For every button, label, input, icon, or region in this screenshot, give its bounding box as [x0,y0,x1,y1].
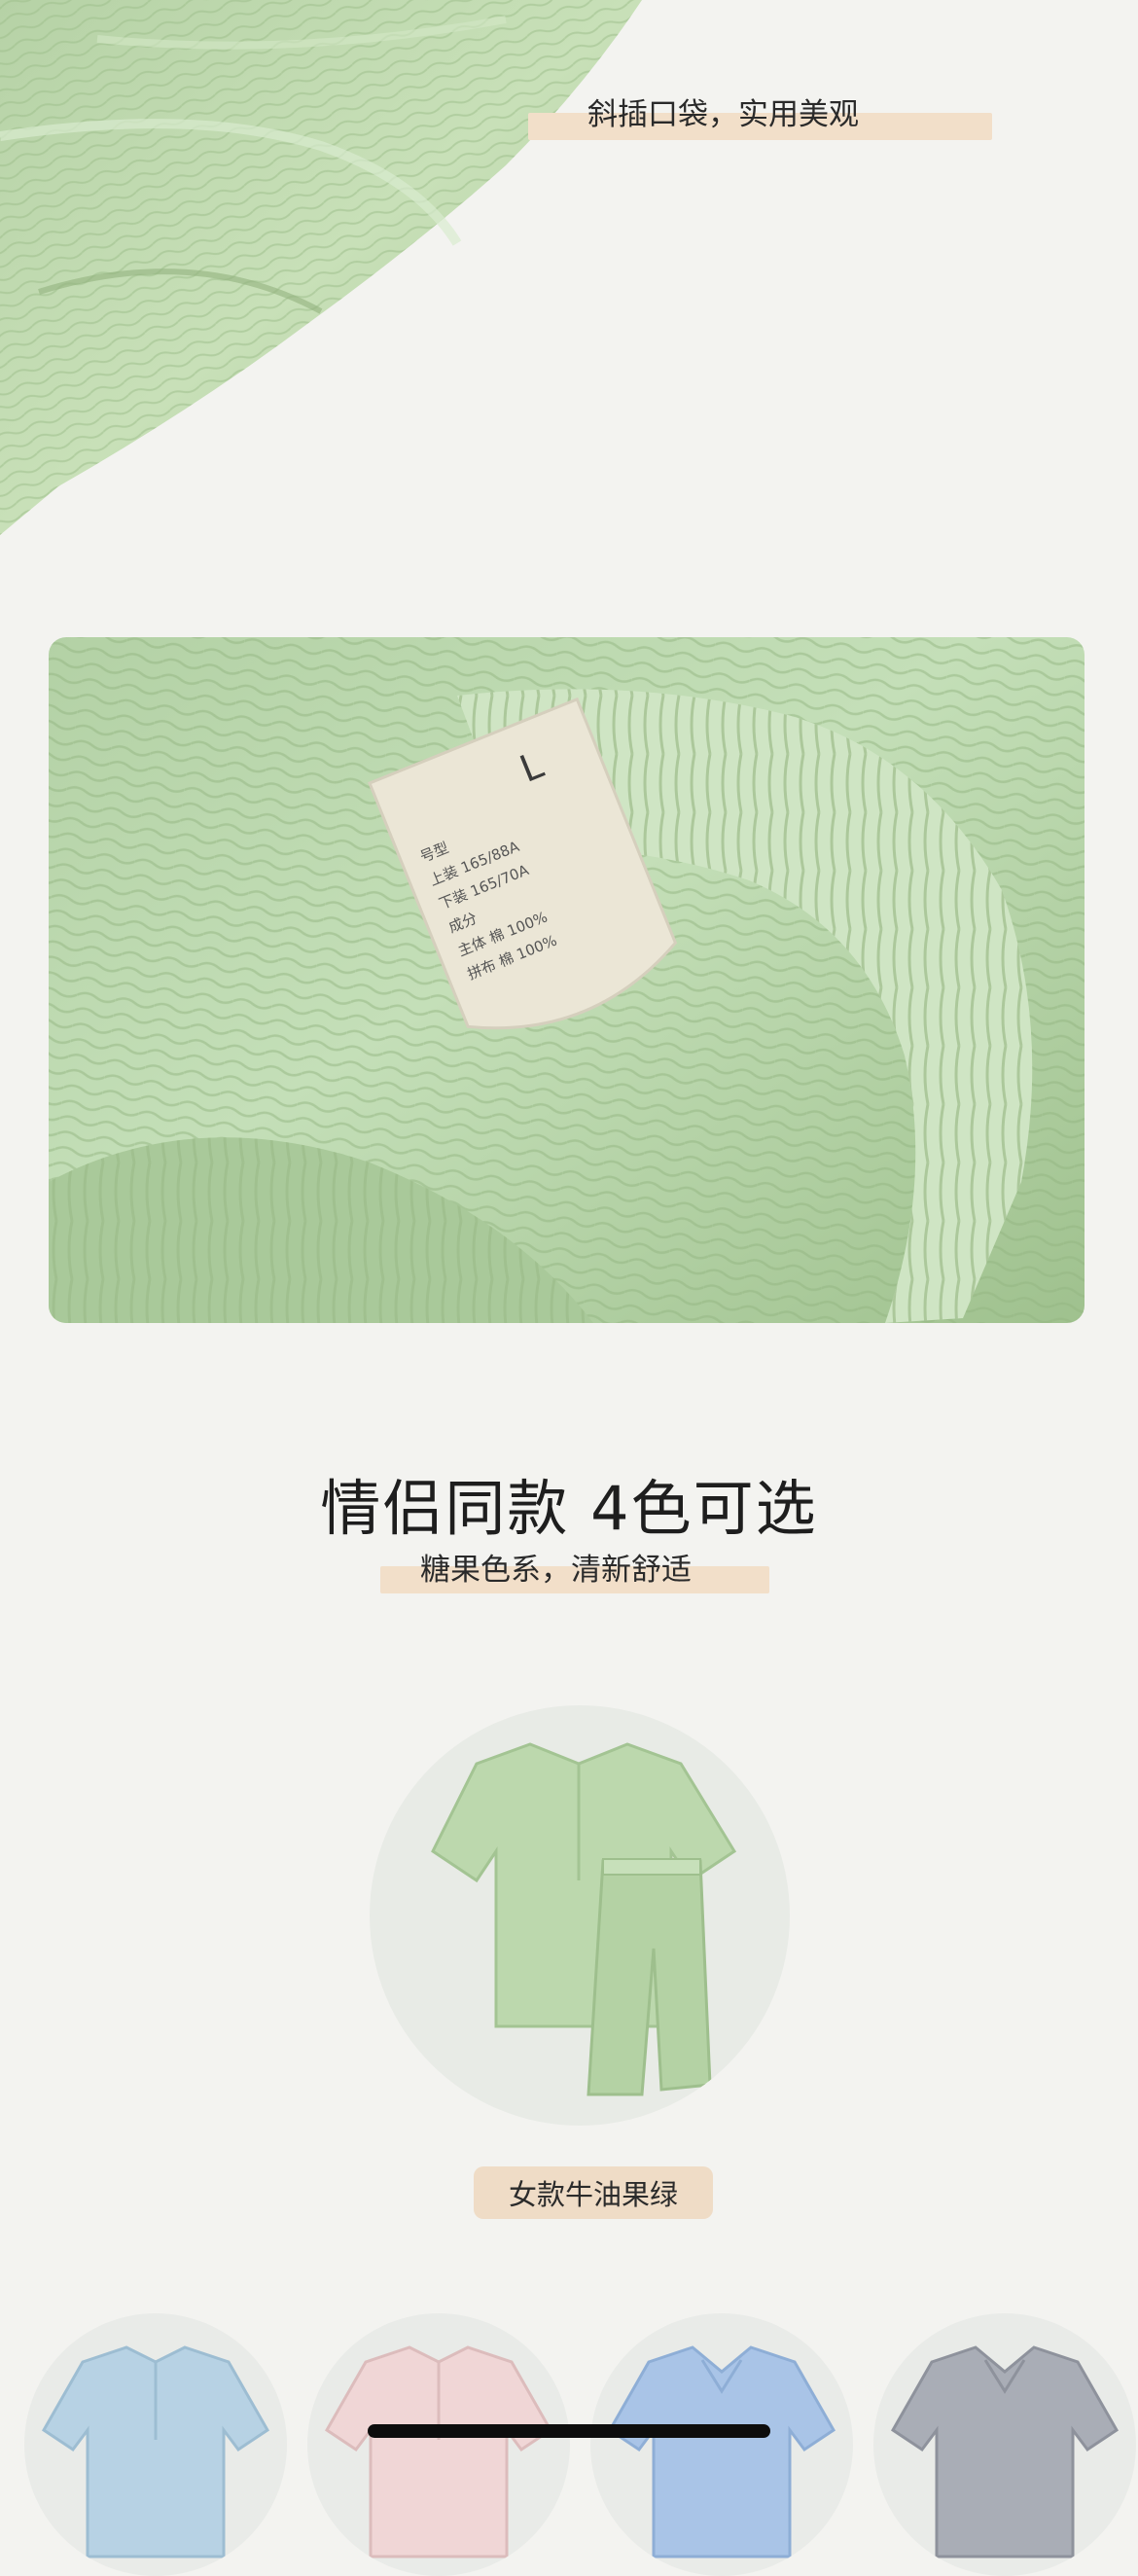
variant-blush-pink[interactable] [307,2313,570,2576]
variant-sky-blue[interactable] [24,2313,287,2576]
pajama-set-icon [431,1742,737,2096]
pajama-set-icon [608,2345,836,2558]
pajama-set-icon [325,2345,552,2558]
featured-variant-label[interactable]: 女款牛油果绿 [474,2166,713,2219]
sleeve-pocket-photo [0,0,681,545]
featured-variant-image[interactable] [370,1705,790,2126]
waistband-label-photo: L 号型 上装 165/88A 下装 165/70A 成分 主体 棉 100% … [49,637,1085,1323]
section-title: 情侣同款 4色可选 [320,1473,818,1544]
pajama-set-icon [42,2345,269,2558]
colors-caption: 糖果色系，清新舒适 [420,1553,692,1588]
variant-grey[interactable] [873,2313,1136,2576]
home-indicator[interactable] [368,2424,770,2438]
variant-powder-blue[interactable] [590,2313,853,2576]
pocket-caption: 斜插口袋，实用美观 [587,97,859,132]
pajama-set-icon [891,2345,1119,2558]
